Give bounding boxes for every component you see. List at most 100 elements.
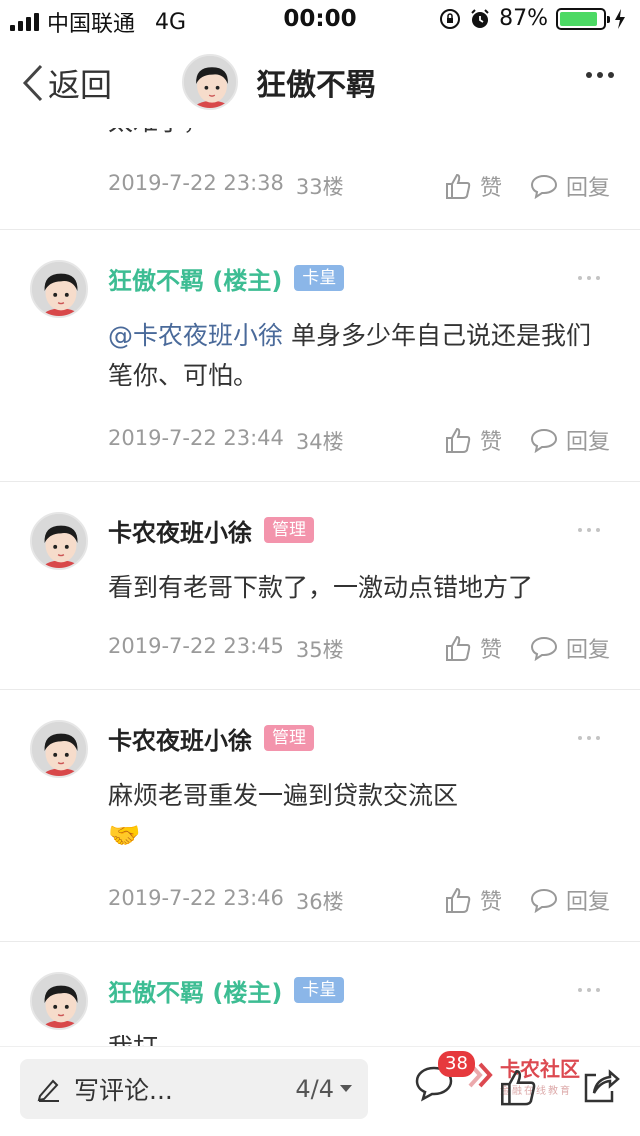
avatar[interactable] (30, 972, 88, 1030)
battery-fill (560, 11, 597, 26)
like-post-button[interactable] (498, 1067, 538, 1111)
rank-badge: 管理 (264, 517, 314, 543)
rank-badge: 卡皇 (294, 977, 345, 1003)
post-header: 狂傲不羁 (楼主) 卡皇 (108, 970, 345, 1010)
reply-button[interactable]: 回复 (530, 424, 610, 456)
post-more-icon[interactable] (578, 988, 600, 992)
author-name[interactable]: 卡农夜班小徐 (108, 513, 252, 548)
alarm-icon (471, 8, 489, 28)
list-item: 狂傲不羁 (楼主) 卡皇 @卡农夜班小徐 单身多少年自己说还是我们笔你、可怕。 … (0, 230, 640, 482)
post-date: 2019-7-22 23:44 (108, 426, 284, 450)
author-name[interactable]: 狂傲不羁 (楼主) (108, 973, 282, 1008)
more-icon[interactable] (586, 72, 614, 78)
author-name[interactable]: 卡农夜班小徐 (108, 721, 252, 756)
rotation-lock-icon (440, 8, 461, 29)
author-name[interactable]: 狂傲不羁 (楼主) (108, 261, 282, 296)
reply-label: 回复 (565, 176, 610, 201)
comment-text: @卡农夜班小徐 单身多少年自己说还是我们笔你、可怕。 (108, 316, 608, 396)
comment-bubble-icon (530, 428, 557, 453)
post-actions: 赞 回复 (444, 884, 610, 916)
list-item: 狂傲不羁 (楼主) 卡皇 我打… (0, 942, 640, 1046)
avatar (182, 54, 238, 110)
comment-count-badge: 38 (438, 1051, 475, 1077)
avatar[interactable] (30, 512, 88, 570)
post-more-icon[interactable] (578, 276, 600, 280)
like-button[interactable]: 赞 (444, 884, 502, 916)
post-date: 2019-7-22 23:38 (108, 171, 284, 195)
comment-text: 我打… (108, 1028, 608, 1046)
post-date: 2019-7-22 23:46 (108, 886, 284, 910)
comment-placeholder: 写评论... (74, 1076, 173, 1105)
post-floor: 36楼 (295, 890, 344, 914)
post-header: 狂傲不羁 (楼主) 卡皇 (108, 258, 345, 298)
reply-button[interactable]: 回复 (530, 632, 610, 664)
post-floor: 33楼 (295, 175, 344, 199)
thumb-up-icon (445, 887, 471, 913)
comment-list[interactable]: 太难了， 2019-7-22 23:38 33楼 赞 回复 狂傲不羁 (楼主) … (0, 128, 640, 1046)
comment-bubble-icon (530, 888, 557, 913)
comment-text-content: 麻烦老哥重发一遍到贷款交流区 (108, 781, 459, 810)
post-meta: 2019-7-22 23:46 36楼 (108, 886, 344, 916)
list-item: 太难了， 2019-7-22 23:38 33楼 赞 回复 (0, 128, 640, 230)
post-header: 卡农夜班小徐 管理 (108, 718, 314, 758)
comment-text: 麻烦老哥重发一遍到贷款交流区 🤝 (108, 776, 608, 856)
post-meta: 2019-7-22 23:38 33楼 (108, 171, 344, 201)
mention-link[interactable]: @卡农夜班小徐 (108, 321, 283, 350)
reply-button[interactable]: 回复 (530, 170, 610, 202)
post-meta: 2019-7-22 23:44 34楼 (108, 426, 344, 456)
like-label: 赞 (479, 890, 502, 915)
thumb-up-icon (445, 635, 471, 661)
like-button[interactable]: 赞 (444, 632, 502, 664)
list-item: 卡农夜班小徐 管理 看到有老哥下款了，一激动点错地方了 2019-7-22 23… (0, 482, 640, 690)
handshake-emoji: 🤝 (108, 821, 141, 851)
comment-text: 看到有老哥下款了，一激动点错地方了 (108, 573, 534, 602)
like-label: 赞 (479, 176, 502, 201)
post-actions: 赞 回复 (444, 170, 610, 202)
reply-label: 回复 (565, 430, 610, 455)
thumb-up-icon (501, 1069, 536, 1106)
like-button[interactable]: 赞 (444, 170, 502, 202)
post-header: 卡农夜班小徐 管理 (108, 510, 314, 550)
rank-badge: 管理 (264, 725, 314, 751)
battery-percent: 87% (499, 6, 548, 31)
charging-icon (615, 8, 625, 29)
avatar[interactable] (30, 260, 88, 318)
back-button[interactable]: 返回 (22, 60, 112, 106)
nav-user[interactable]: 狂傲不羁 (182, 54, 376, 110)
post-actions: 赞 回复 (444, 424, 610, 456)
comment-bubble-icon (530, 174, 557, 199)
reply-button[interactable]: 回复 (530, 884, 610, 916)
post-floor: 34楼 (295, 430, 344, 454)
post-more-icon[interactable] (578, 736, 600, 740)
post-actions: 赞 回复 (444, 632, 610, 664)
comment-text: 太难了， (108, 128, 608, 142)
rank-badge: 卡皇 (294, 265, 345, 291)
comment-input[interactable]: 写评论... 4/4 (20, 1059, 368, 1119)
reply-label: 回复 (565, 638, 610, 663)
page-title: 狂傲不羁 (256, 68, 376, 103)
comment-text-cut: 太难了， (108, 128, 208, 136)
back-label: 返回 (48, 66, 113, 104)
like-label: 赞 (479, 430, 502, 455)
avatar[interactable] (30, 720, 88, 778)
share-button[interactable] (580, 1067, 620, 1111)
share-icon (584, 1069, 620, 1103)
battery-icon (556, 7, 610, 30)
dropdown-arrow-icon (340, 1085, 352, 1092)
back-chevron-icon (22, 64, 43, 102)
post-floor: 35楼 (295, 638, 344, 662)
page-selector[interactable]: 4/4 (295, 1075, 352, 1103)
status-bar: 中国联通 4G 00:00 87% (0, 0, 640, 40)
pencil-icon (37, 1079, 59, 1102)
post-date: 2019-7-22 23:45 (108, 634, 284, 658)
post-more-icon[interactable] (578, 528, 600, 532)
thumb-up-icon (445, 427, 471, 453)
reply-label: 回复 (565, 890, 610, 915)
thumb-up-icon (445, 173, 471, 199)
bottom-bar: 写评论... 4/4 38 卡农社区 金融在线教育 (0, 1046, 640, 1136)
list-item: 卡农夜班小徐 管理 麻烦老哥重发一遍到贷款交流区 🤝 2019-7-22 23:… (0, 690, 640, 942)
like-label: 赞 (479, 638, 502, 663)
post-meta: 2019-7-22 23:45 35楼 (108, 634, 344, 664)
like-button[interactable]: 赞 (444, 424, 502, 456)
nav-bar: 返回 狂傲不羁 (0, 40, 640, 128)
